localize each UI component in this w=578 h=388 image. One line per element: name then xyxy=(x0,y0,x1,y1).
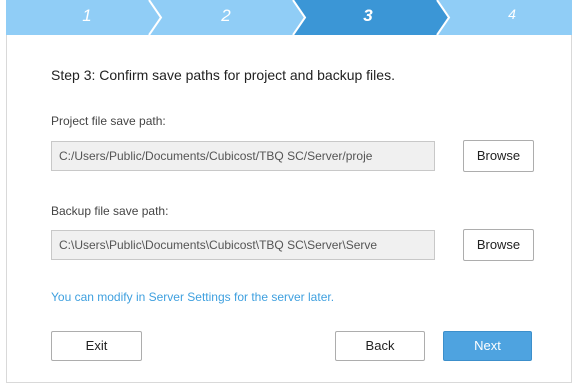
wizard-panel xyxy=(6,0,572,383)
step-3-number: 3 xyxy=(363,6,373,25)
backup-path-field[interactable] xyxy=(51,230,435,260)
step-2-number: 2 xyxy=(221,6,231,25)
step-title: Step 3: Confirm save paths for project a… xyxy=(51,67,395,83)
backup-path-label: Backup file save path: xyxy=(51,204,169,218)
project-path-field[interactable] xyxy=(51,141,435,171)
project-browse-button[interactable]: Browse xyxy=(463,140,534,172)
back-button[interactable]: Back xyxy=(335,331,425,361)
next-button[interactable]: Next xyxy=(443,331,532,361)
server-settings-note: You can modify in Server Settings for th… xyxy=(51,290,335,304)
step-1-number: 1 xyxy=(82,6,92,25)
project-path-label: Project file save path: xyxy=(51,114,166,128)
exit-button[interactable]: Exit xyxy=(51,331,142,361)
step-indicator: 1 2 3 4 xyxy=(6,0,572,35)
backup-browse-button[interactable]: Browse xyxy=(463,229,534,261)
step-4-number: 4 xyxy=(508,6,516,22)
